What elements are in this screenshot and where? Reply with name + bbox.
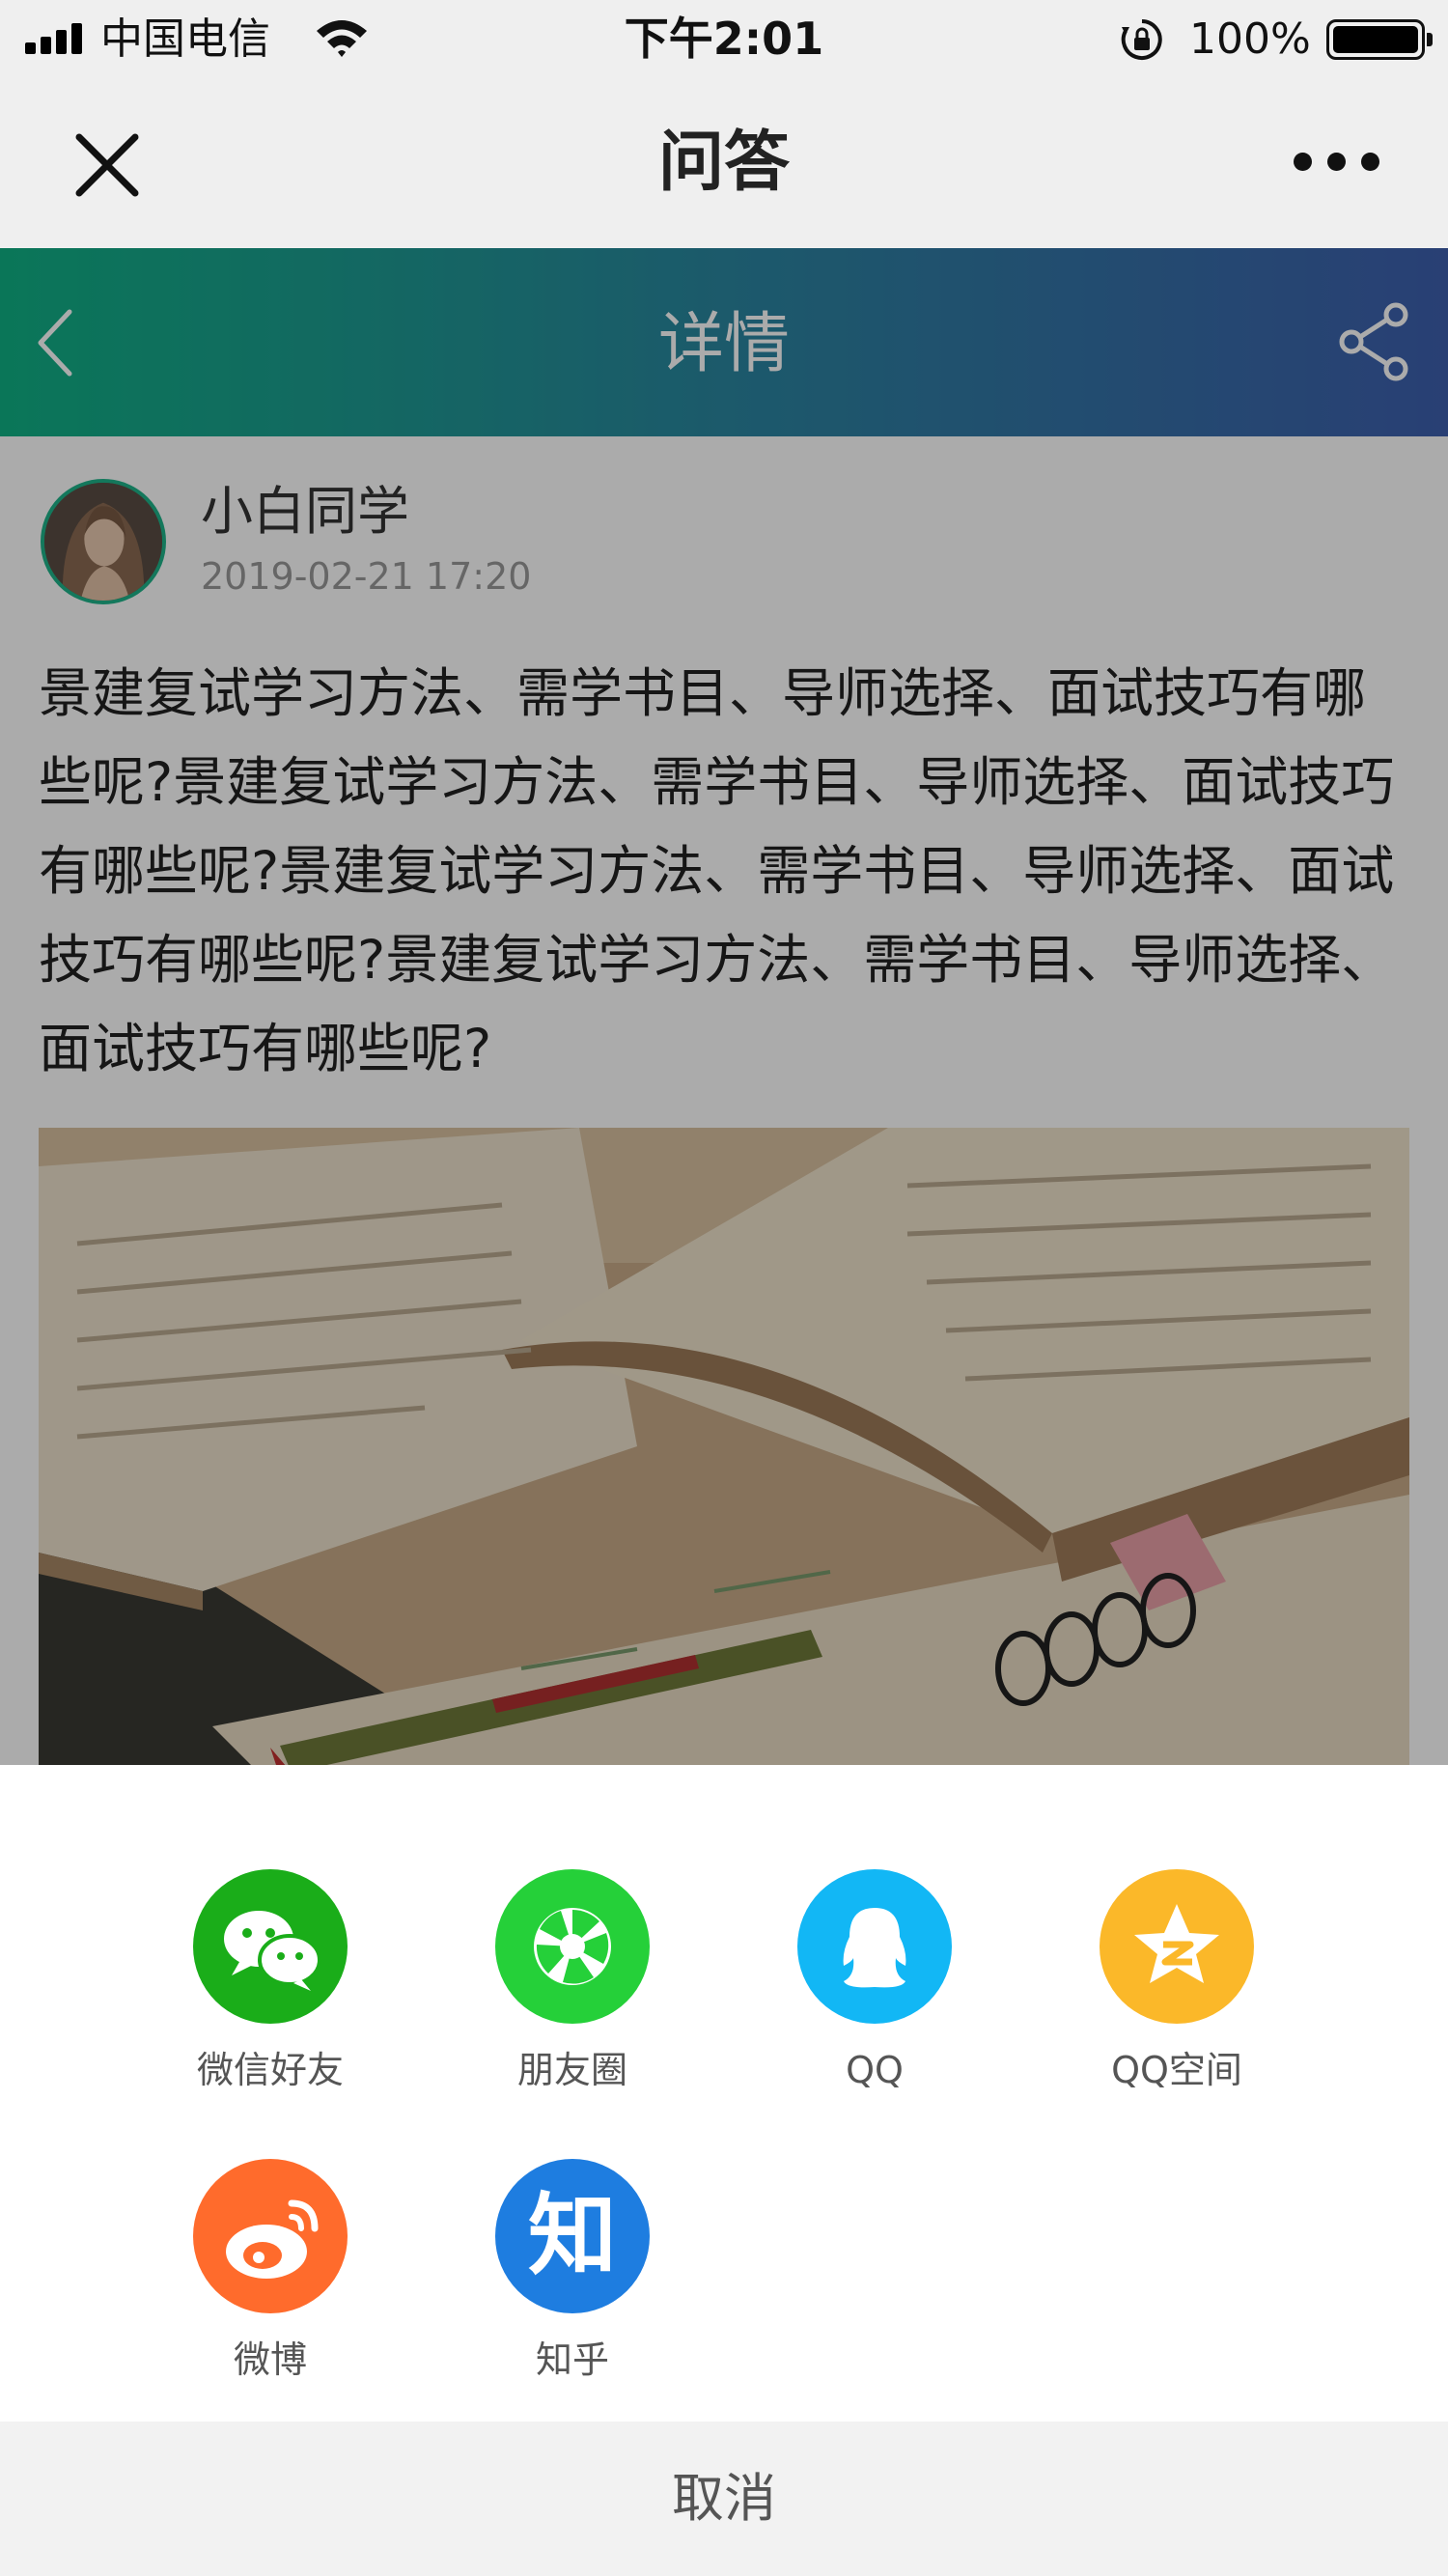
mini-program-nav: 问答 <box>0 79 1448 248</box>
qq-icon <box>797 1869 952 2024</box>
share-label: QQ <box>846 2049 904 2091</box>
share-wechat[interactable]: 微信好友 <box>150 1792 391 2091</box>
status-bar: 中国电信 下午2:01 100% <box>0 0 1448 79</box>
cancel-bar: 取消 <box>0 2422 1448 2576</box>
share-label: 微博 <box>233 2338 307 2381</box>
weibo-icon <box>193 2159 348 2313</box>
share-weibo[interactable]: 微博 <box>150 2082 391 2381</box>
wechat-icon <box>193 1869 348 2024</box>
cancel-button[interactable]: 取消 <box>0 2422 1448 2576</box>
moments-icon <box>495 1869 650 2024</box>
share-qzone[interactable]: QQ空间 <box>1056 1792 1297 2091</box>
zhihu-glyph: 知 <box>527 2184 617 2287</box>
share-zhihu[interactable]: 知 知乎 <box>452 2082 693 2381</box>
qzone-icon <box>1100 1869 1254 2024</box>
share-sheet: 微信好友 朋友圈 QQ QQ空间 微博 知 知乎 取消 <box>0 1765 1448 2576</box>
battery-percent: 100% <box>1189 14 1311 64</box>
share-label: 知乎 <box>535 2338 609 2381</box>
battery-icon <box>1326 19 1433 60</box>
nav-title: 问答 <box>657 125 790 201</box>
more-icon[interactable] <box>1294 153 1380 174</box>
rotation-lock-icon <box>1121 19 1162 60</box>
zhihu-icon: 知 <box>495 2159 650 2313</box>
modal-overlay[interactable] <box>0 248 1448 1765</box>
share-qq[interactable]: QQ <box>754 1792 995 2091</box>
share-moments[interactable]: 朋友圈 <box>452 1792 693 2091</box>
share-label: QQ空间 <box>1111 2049 1242 2091</box>
